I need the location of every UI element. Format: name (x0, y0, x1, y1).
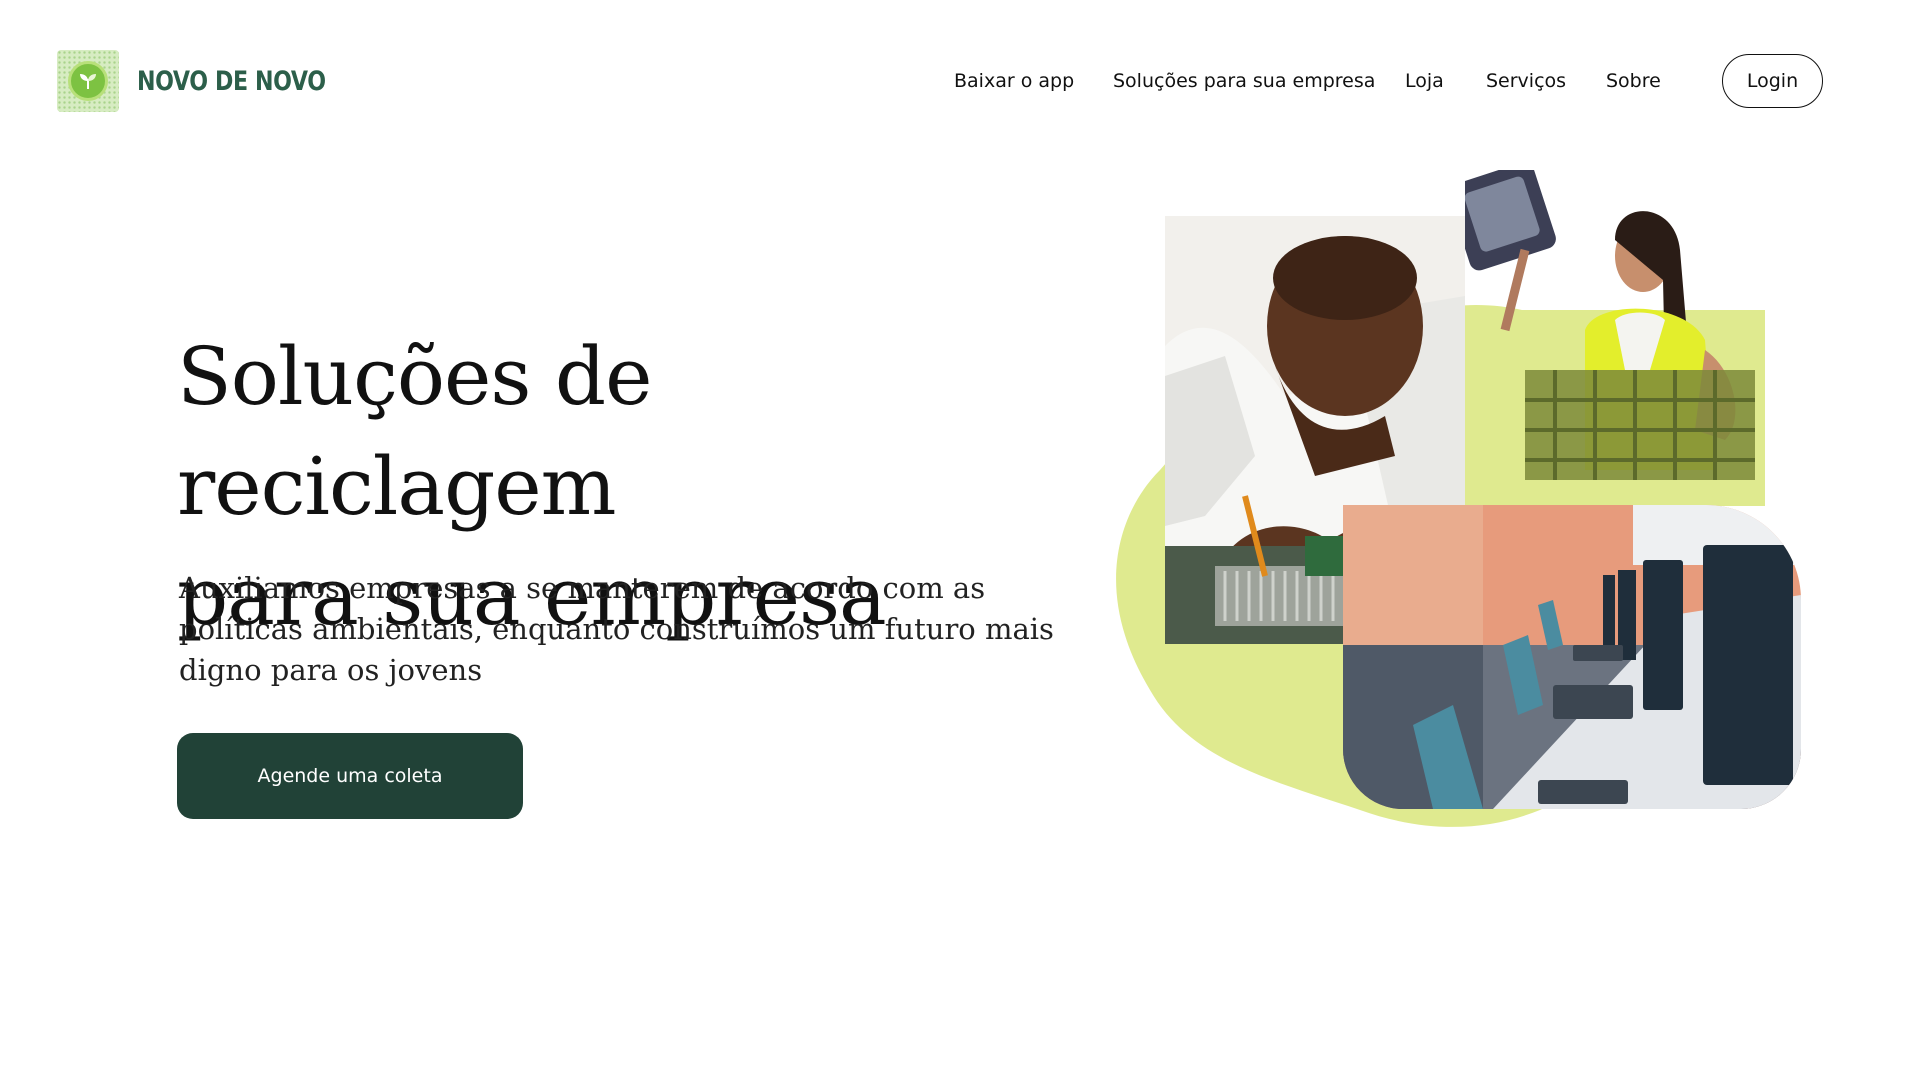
hero-subtitle: Auxiliamos empresas a se manterem de aco… (179, 571, 1054, 687)
hero-collage (1100, 170, 1820, 830)
nav-item-loja[interactable]: Loja (1405, 70, 1444, 92)
brand-logo[interactable]: NOVO DE NOVO (57, 50, 367, 112)
nav-item-baixar-app[interactable]: Baixar o app (954, 70, 1074, 92)
recycling-worker-photo (1465, 170, 1765, 506)
nav-item-sobre[interactable]: Sobre (1606, 70, 1661, 92)
login-button[interactable]: Login (1722, 54, 1823, 108)
schedule-pickup-button[interactable]: Agende uma coleta (177, 733, 523, 819)
site-header: NOVO DE NOVO Baixar o app Soluções para … (0, 0, 1920, 160)
recycle-leaf-icon (57, 50, 119, 112)
nav-item-servicos[interactable]: Serviços (1486, 70, 1566, 92)
nav-item-solucoes[interactable]: Soluções para sua empresa (1113, 70, 1375, 92)
hero-title-line1: Soluções de reciclagem (177, 330, 652, 533)
brand-name: NOVO DE NOVO (137, 65, 326, 97)
computer-lab-photo (1343, 505, 1801, 809)
